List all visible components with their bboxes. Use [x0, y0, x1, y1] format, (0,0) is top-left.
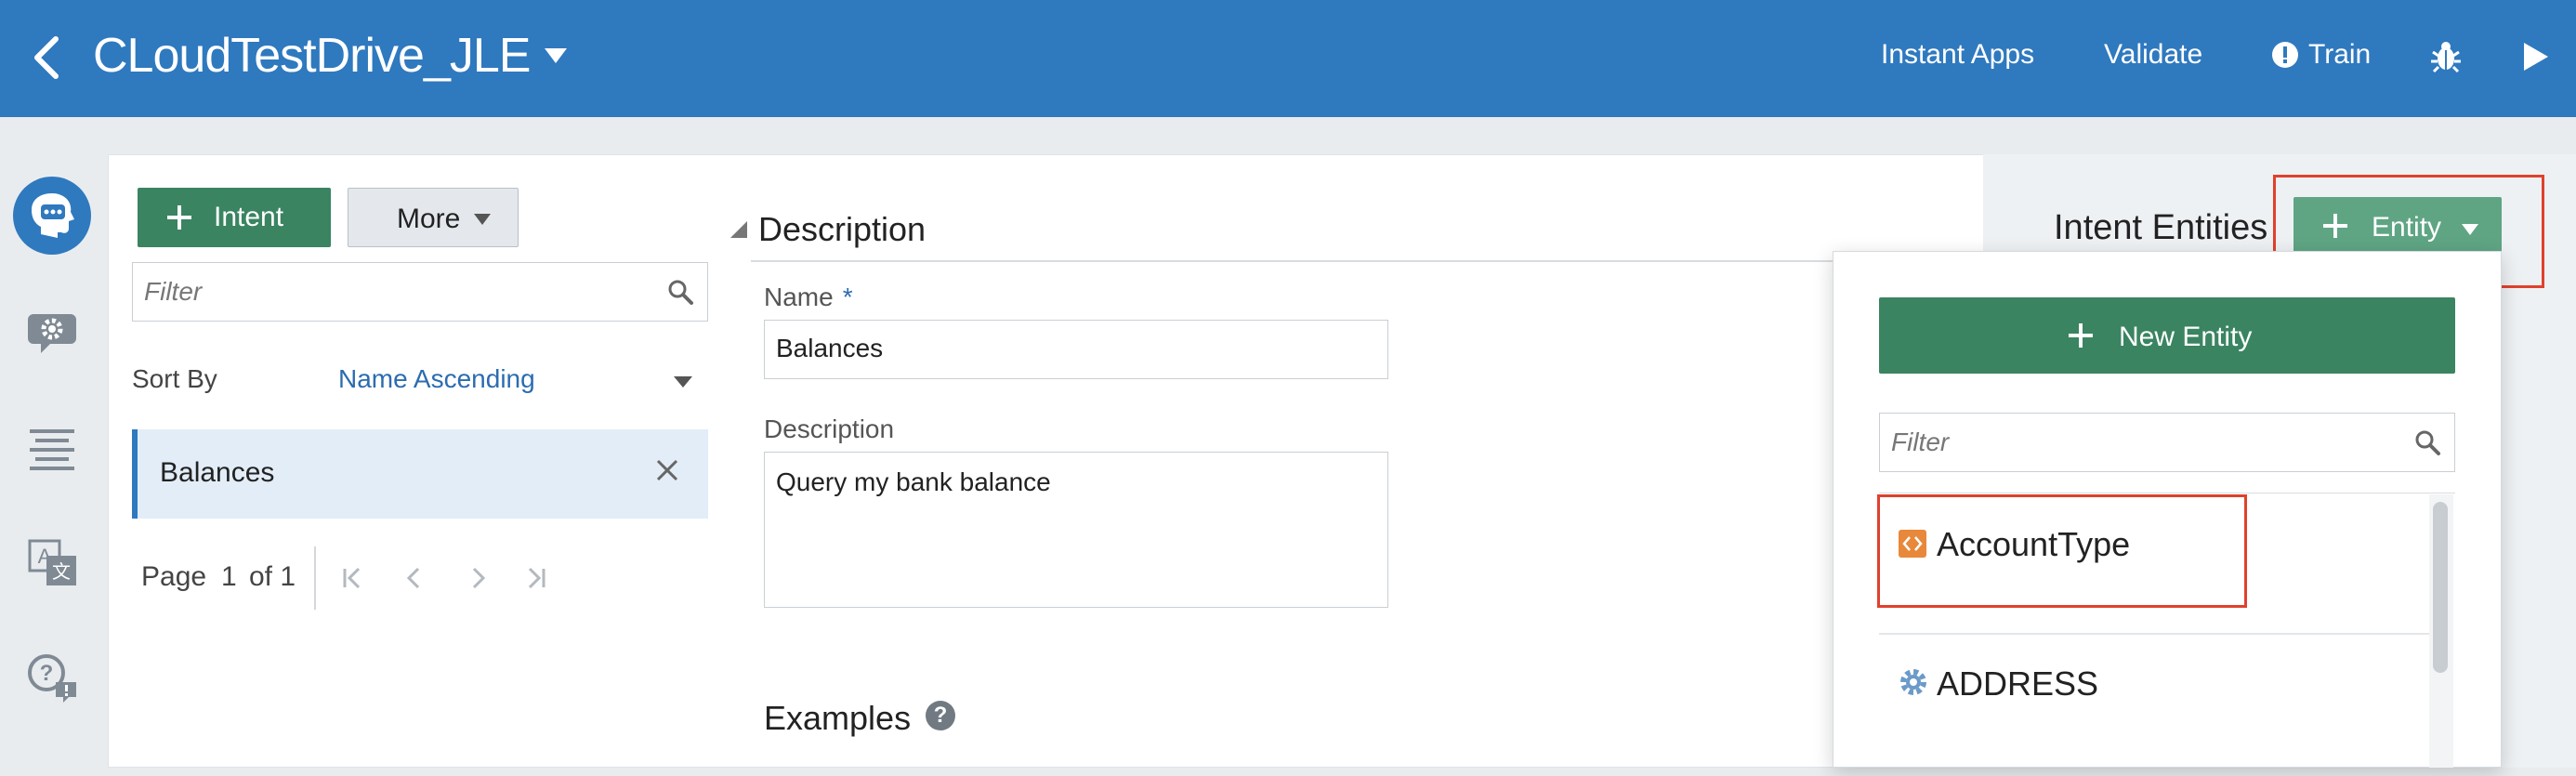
required-marker: * — [842, 283, 853, 311]
train-warning-icon[interactable] — [2271, 41, 2299, 69]
intent-description-textarea[interactable]: Query my bank balance — [764, 452, 1388, 608]
sort-chevron-down-icon[interactable] — [673, 375, 693, 388]
pager-page-label: Page — [141, 561, 207, 592]
translate-icon: A 文 — [28, 539, 76, 585]
intent-entities-title: Intent Entities — [2054, 208, 2268, 247]
rail-item-faq[interactable]: ? — [13, 638, 91, 716]
add-intent-label: Intent — [214, 202, 284, 232]
more-label: More — [397, 204, 461, 234]
entity-list-item[interactable]: ADDRESS — [1879, 635, 2429, 776]
description-field-label: Description — [764, 414, 895, 443]
name-field-label: Name * — [764, 283, 853, 312]
entity-filter-input[interactable] — [1891, 423, 2393, 462]
search-icon[interactable] — [2413, 428, 2441, 456]
pager-divider — [314, 546, 316, 610]
validate-link[interactable]: Validate — [2104, 39, 2202, 71]
pager-current-page[interactable]: 1 — [221, 561, 237, 593]
text-lines-icon — [30, 429, 74, 470]
chat-gear-icon — [28, 314, 76, 353]
instant-apps-link[interactable]: Instant Apps — [1881, 39, 2034, 71]
section-divider — [751, 260, 1983, 262]
sort-by-label: Sort By — [132, 364, 217, 393]
rail-item-resource-bundles[interactable]: A 文 — [13, 522, 91, 600]
app-header: CLoudTestDrive_JLE Instant Apps Validate… — [0, 0, 2576, 117]
entity-name: ADDRESS — [1937, 664, 2099, 703]
intent-list-item-label: Balances — [160, 457, 275, 488]
svg-text:文: 文 — [52, 561, 71, 583]
name-label-text: Name — [764, 283, 834, 311]
more-button[interactable]: More — [348, 188, 519, 247]
entity-list-scrollbar-thumb[interactable] — [2433, 502, 2448, 673]
plus-icon — [167, 205, 191, 230]
previous-page-icon[interactable] — [401, 565, 427, 591]
left-nav-rail: A 文 ? — [0, 117, 108, 768]
rail-item-intents[interactable] — [13, 177, 91, 255]
app-switcher-caret-icon[interactable] — [543, 46, 569, 65]
chevron-down-icon — [474, 214, 491, 225]
rail-item-flows[interactable] — [13, 407, 91, 485]
accounttype-highlight-box — [1877, 494, 2247, 608]
play-test-icon[interactable] — [2520, 41, 2550, 72]
first-page-icon[interactable] — [340, 565, 366, 591]
intent-name-input[interactable]: Balances — [764, 320, 1388, 379]
next-page-icon[interactable] — [465, 565, 491, 591]
back-chevron-icon[interactable] — [24, 32, 71, 84]
intent-filter-field[interactable] — [132, 262, 708, 322]
add-intent-button[interactable]: Intent — [138, 188, 331, 247]
collapse-triangle-icon[interactable] — [729, 219, 749, 240]
delete-close-icon[interactable] — [654, 457, 680, 483]
question-bubble-icon: ? — [28, 654, 76, 703]
pager-of-total: of 1 — [249, 561, 296, 592]
last-page-icon[interactable] — [522, 565, 548, 591]
rail-item-entities[interactable] — [13, 292, 91, 370]
search-icon[interactable] — [666, 278, 694, 306]
train-link[interactable]: Train — [2308, 39, 2371, 71]
system-entity-gear-icon — [1900, 669, 1926, 695]
entity-filter-field[interactable] — [1879, 413, 2455, 472]
svg-text:?: ? — [40, 661, 54, 686]
debug-bug-icon[interactable] — [2427, 37, 2464, 74]
intent-head-icon — [32, 193, 74, 238]
new-entity-button[interactable]: New Entity — [1879, 297, 2455, 374]
description-section-title: Description — [758, 210, 927, 248]
plus-icon — [2069, 323, 2093, 348]
help-icon[interactable]: ? — [926, 701, 955, 730]
app-title[interactable]: CLoudTestDrive_JLE — [93, 28, 531, 84]
intent-filter-input[interactable] — [144, 272, 646, 311]
examples-section-title: Examples — [764, 699, 912, 737]
sort-select[interactable]: Name Ascending — [338, 364, 535, 394]
intent-list-item[interactable]: Balances — [132, 429, 708, 519]
new-entity-label: New Entity — [2119, 322, 2253, 352]
